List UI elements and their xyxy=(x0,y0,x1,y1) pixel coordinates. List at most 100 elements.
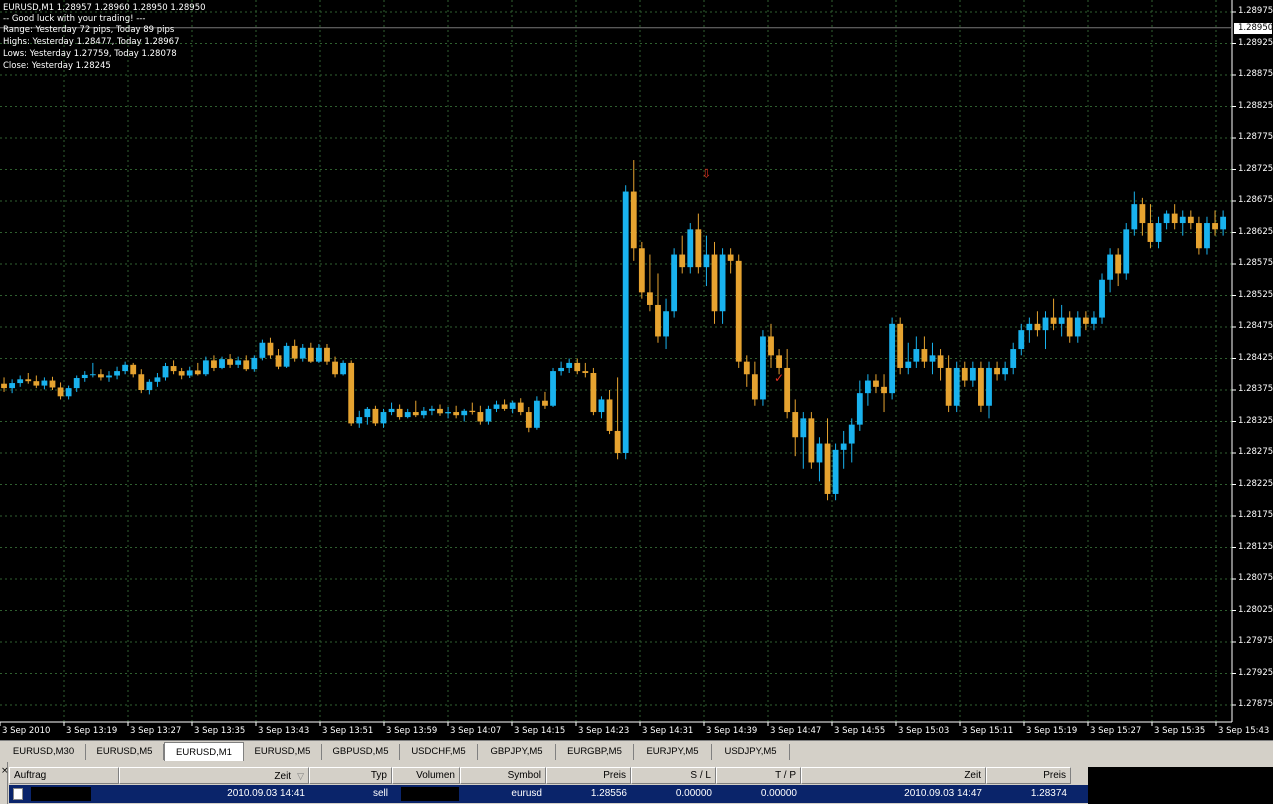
candle-body xyxy=(897,323,904,368)
chart-info-lows: Lows: Yesterday 1.27759, Today 1.28078 xyxy=(3,49,177,59)
chart-tab[interactable]: EURGBP,M5 xyxy=(556,744,634,760)
candle-body xyxy=(211,360,217,368)
price-tick-label: 1.27925 xyxy=(1238,667,1273,678)
candle-body xyxy=(81,374,88,379)
price-tick-label: 1.28125 xyxy=(1238,541,1273,552)
time-tick-label: 3 Sep 13:51 xyxy=(322,726,374,736)
candle-body xyxy=(574,362,581,372)
candle-body xyxy=(1163,213,1170,224)
candle-body xyxy=(1002,367,1009,375)
candle-body xyxy=(517,402,524,413)
chart-tab[interactable]: EURJPY,M5 xyxy=(634,744,712,760)
candle-body xyxy=(1034,323,1041,331)
close-icon[interactable]: × xyxy=(1,766,9,776)
column-header-typ[interactable]: Typ xyxy=(309,767,392,784)
candle-body xyxy=(1026,323,1033,331)
candle-body xyxy=(1074,317,1081,337)
candle-body xyxy=(533,400,540,428)
chart-tab[interactable]: USDJPY,M5 xyxy=(712,744,790,760)
candle-body xyxy=(469,410,476,413)
candle-body xyxy=(703,254,710,268)
time-tick-label: 3 Sep 2010 xyxy=(2,726,51,736)
candle-body xyxy=(356,417,363,424)
column-header-symbol[interactable]: Symbol xyxy=(460,767,546,784)
column-header-auftrag[interactable]: Auftrag xyxy=(9,767,119,784)
column-header-close-preis[interactable]: Preis xyxy=(986,767,1071,784)
price-tick-label: 1.28925 xyxy=(1238,37,1273,48)
chart-info-close: Close: Yesterday 1.28245 xyxy=(3,61,111,71)
chart-tab[interactable]: GBPUSD,M5 xyxy=(322,744,400,760)
chart-tab[interactable]: EURUSD,M1 xyxy=(164,742,244,761)
candle-body xyxy=(372,408,379,424)
candle-body xyxy=(727,254,734,261)
candle-body xyxy=(259,342,266,358)
column-header-preis[interactable]: Preis xyxy=(546,767,631,784)
candle-body xyxy=(671,254,678,312)
candle-body xyxy=(840,443,847,450)
candle-body xyxy=(542,400,548,406)
trade-open-time: 2010.09.03 14:41 xyxy=(227,788,305,799)
candle-body xyxy=(881,386,887,394)
candle-body xyxy=(848,424,855,444)
trade-type: sell xyxy=(372,788,388,799)
candle-body xyxy=(719,254,726,312)
candle-body xyxy=(388,408,395,413)
candle-body xyxy=(864,380,871,394)
candle-body xyxy=(1082,317,1089,324)
time-tick-label: 3 Sep 13:19 xyxy=(66,726,118,736)
candle-body xyxy=(202,360,209,375)
candle-body xyxy=(760,336,766,400)
candle-body xyxy=(590,372,597,413)
chart-tab[interactable]: GBPJPY,M5 xyxy=(478,744,556,760)
candle-body xyxy=(437,408,443,414)
candle-body xyxy=(606,399,613,431)
price-tick-label: 1.28575 xyxy=(1238,258,1273,268)
candle-body xyxy=(146,381,153,390)
candle-body xyxy=(856,393,863,425)
chart-info-symbol-line: EURUSD,M1 1.28957 1.28960 1.28950 1.2895… xyxy=(3,3,206,13)
candle-body xyxy=(138,374,145,390)
column-header-tp[interactable]: T / P xyxy=(716,767,801,784)
terminal-side-strip: × xyxy=(0,762,9,804)
column-header-volumen[interactable]: Volumen xyxy=(392,767,460,784)
time-tick-label: 3 Sep 13:59 xyxy=(386,726,438,736)
candle-body xyxy=(873,380,879,387)
candle-body xyxy=(808,418,815,463)
candle-body xyxy=(364,408,371,418)
chart-tab[interactable]: EURUSD,M5 xyxy=(86,744,164,760)
candle-body xyxy=(65,388,72,397)
time-tick-label: 3 Sep 13:43 xyxy=(258,726,310,736)
chart-tab[interactable]: EURUSD,M30 xyxy=(2,744,86,760)
price-tick-label: 1.28175 xyxy=(1238,510,1273,520)
candle-body xyxy=(396,408,403,418)
column-header-zeit[interactable]: Zeit ▽ xyxy=(119,767,309,784)
trade-row[interactable]: 2010.09.03 14:41 sell eurusd 1.28556 0.0… xyxy=(9,785,1088,803)
column-header-sl[interactable]: S / L xyxy=(631,767,716,784)
candle-body xyxy=(663,311,669,337)
candle-body xyxy=(17,379,24,384)
candle-body xyxy=(41,380,48,386)
price-tick-label: 1.28325 xyxy=(1238,415,1273,426)
candle-body xyxy=(1171,213,1178,224)
candle-body xyxy=(154,377,161,382)
candlestick-chart[interactable]: ⇩✓ xyxy=(0,0,1273,740)
candle-body xyxy=(291,345,298,359)
candle-body xyxy=(332,361,338,375)
chart-tab[interactable]: USDCHF,M5 xyxy=(400,744,478,760)
candle-body xyxy=(162,366,169,378)
chart-area[interactable]: ⇩ ✓ EURUSD,M1 1.28957 1.28960 1.28950 1.2… xyxy=(0,0,1273,740)
candle-body xyxy=(1195,223,1202,249)
candle-body xyxy=(598,399,605,413)
candle-body xyxy=(953,367,960,406)
trade-close-price: 1.28374 xyxy=(1030,788,1067,799)
time-tick-label: 3 Sep 15:43 xyxy=(1218,726,1270,736)
time-tick-label: 3 Sep 14:15 xyxy=(514,726,566,736)
candle-body xyxy=(1010,349,1017,368)
candle-body xyxy=(1018,330,1025,350)
candle-body xyxy=(509,402,516,409)
chart-info-highs: Highs: Yesterday 1.28477, Today 1.28967 xyxy=(3,37,180,47)
price-tick-label: 1.27975 xyxy=(1238,636,1273,646)
column-header-close-zeit[interactable]: Zeit xyxy=(801,767,986,784)
chart-tab[interactable]: EURUSD,M5 xyxy=(244,744,322,760)
chart-info-greeting: -- Good luck with your trading! --- xyxy=(3,14,146,24)
